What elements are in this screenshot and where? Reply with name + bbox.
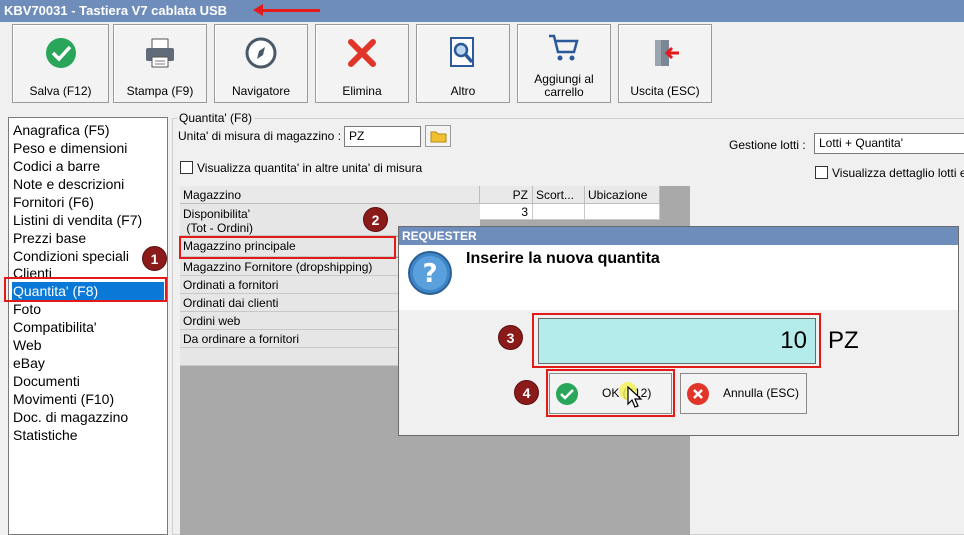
exit-button[interactable]: Uscita (ESC)	[618, 24, 712, 103]
cell-scorta-disponibilita[interactable]	[533, 204, 585, 220]
nav-item-movimenti[interactable]: Movimenti (F10)	[12, 390, 164, 408]
magnifier-document-icon	[450, 37, 474, 67]
show-lot-detail-checkbox[interactable]	[815, 166, 828, 179]
printer-icon	[146, 38, 174, 68]
step-badge-1: 1	[142, 246, 167, 271]
add-to-cart-button[interactable]: Aggiungi al carrello	[517, 24, 611, 103]
grid-header-ubicazione[interactable]: Ubicazione	[585, 186, 660, 204]
dialog-title: REQUESTER	[399, 227, 958, 245]
delete-button[interactable]: Elimina	[315, 24, 409, 103]
nav-item-statistiche[interactable]: Statistiche	[12, 426, 164, 444]
x-icon	[348, 39, 376, 67]
folder-icon	[430, 131, 447, 143]
step-badge-2: 2	[363, 207, 388, 232]
nav-item-codici[interactable]: Codici a barre	[12, 157, 164, 175]
window-title: KBV70031 - Tastiera V7 cablata USB	[4, 3, 228, 18]
dialog-message: Inserire la nuova quantita	[466, 250, 660, 267]
nav-item-foto[interactable]: Foto	[12, 300, 164, 318]
other-button[interactable]: Altro	[416, 24, 510, 103]
grid-header-pz[interactable]: PZ	[480, 186, 533, 204]
highlight-box-input	[532, 313, 821, 368]
cancel-button-label: Annulla (ESC)	[723, 386, 800, 400]
nav-item-doc-magazzino[interactable]: Doc. di magazzino	[12, 408, 164, 426]
lot-label: Gestione lotti :	[729, 138, 806, 152]
step-badge-3: 3	[498, 325, 523, 350]
unit-label: PZ	[828, 327, 859, 354]
sidebar-nav: Anagrafica (F5) Peso e dimensioni Codici…	[8, 117, 168, 535]
shopping-cart-icon	[549, 34, 579, 61]
nav-item-documenti[interactable]: Documenti	[12, 372, 164, 390]
title-bar: KBV70031 - Tastiera V7 cablata USB	[0, 0, 964, 22]
nav-item-compatibilita[interactable]: Compatibilita'	[12, 318, 164, 336]
show-other-units-checkbox[interactable]	[180, 161, 193, 174]
cell-pz-disponibilita[interactable]: 3	[480, 204, 533, 220]
nav-item-anagrafica[interactable]: Anagrafica (F5)	[12, 121, 164, 139]
question-icon: ?	[408, 251, 452, 295]
show-other-units-label: Visualizza quantita' in altre unita' di …	[197, 161, 423, 175]
cancel-button[interactable]: Annulla (ESC)	[680, 373, 807, 414]
svg-text:?: ?	[422, 259, 437, 289]
uom-field[interactable]: PZ	[344, 126, 421, 147]
lot-select[interactable]: Lotti + Quantita'	[814, 133, 964, 154]
highlight-box-ok	[546, 369, 675, 417]
nav-item-prezzi[interactable]: Prezzi base	[12, 229, 164, 247]
highlight-box-row	[179, 236, 396, 259]
show-lot-detail-label: Visualizza dettaglio lotti e	[832, 166, 964, 180]
nav-item-listini[interactable]: Listini di vendita (F7)	[12, 211, 164, 229]
cell-ubicazione-disponibilita[interactable]	[585, 204, 660, 220]
grid-header-magazzino[interactable]: Magazzino	[180, 186, 480, 204]
step-badge-4: 4	[514, 380, 539, 405]
highlight-box-nav	[4, 277, 167, 302]
nav-item-fornitori[interactable]: Fornitori (F6)	[12, 193, 164, 211]
grid-header-scorta[interactable]: Scort...	[533, 186, 585, 204]
print-button[interactable]: Stampa (F9)	[113, 24, 207, 103]
nav-item-ebay[interactable]: eBay	[12, 354, 164, 372]
nav-item-peso[interactable]: Peso e dimensioni	[12, 139, 164, 157]
save-button[interactable]: Salva (F12)	[12, 24, 109, 103]
navigator-button[interactable]: Navigatore	[214, 24, 308, 103]
group-title: Quantita' (F8)	[177, 111, 254, 125]
compass-icon	[245, 37, 277, 69]
mouse-cursor-icon	[627, 386, 643, 408]
cancel-circle-icon	[687, 383, 709, 405]
annotation-arrow	[253, 4, 320, 16]
uom-label: Unita' di misura di magazzino :	[178, 129, 342, 143]
exit-door-icon	[655, 40, 679, 66]
nav-item-note[interactable]: Note e descrizioni	[12, 175, 164, 193]
uom-browse-button[interactable]	[425, 125, 451, 147]
check-circle-icon	[45, 38, 76, 68]
nav-item-web[interactable]: Web	[12, 336, 164, 354]
